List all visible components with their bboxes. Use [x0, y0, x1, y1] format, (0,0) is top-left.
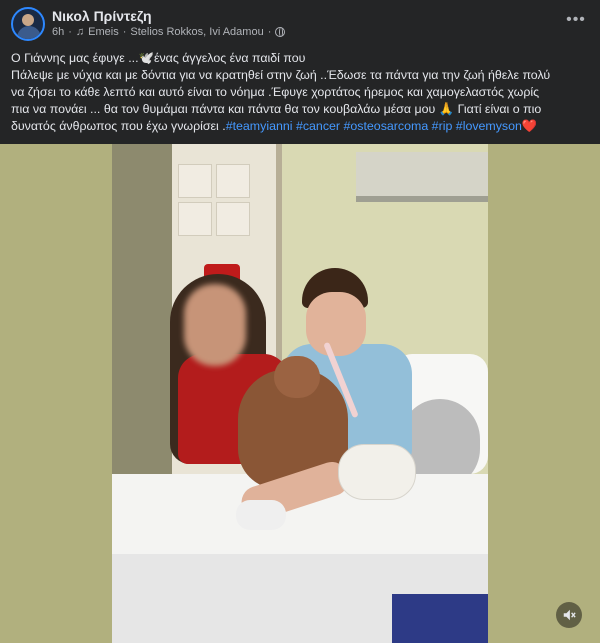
wall-shelf	[356, 152, 488, 202]
music-note-icon: ♫	[75, 26, 85, 38]
post-text-line: Πάλεψε με νύχια και με δόντια για να κρα…	[11, 68, 551, 82]
post-text-line: πια να πονάει ... θα τον θυμάμαι πάντα κ…	[11, 102, 542, 116]
hashtag-link[interactable]: #teamyianni	[226, 119, 293, 133]
tagged-artists[interactable]: Stelios Rokkos, Ivi Adamou	[130, 26, 263, 38]
audio-title[interactable]: Emeis	[88, 26, 119, 38]
author-avatar[interactable]	[11, 7, 45, 41]
post-text-line: Ο Γιάννης μας έφυγε ...🕊️ένας άγγελος έν…	[11, 51, 306, 65]
more-options-icon[interactable]: •••	[564, 10, 588, 30]
hashtag-link[interactable]: #lovemyson	[456, 119, 522, 133]
author-name[interactable]: Νικολ Πρίντεζη	[52, 8, 152, 24]
post-header: Νικολ Πρίντεζη 6h · ♫ Emeis · Stelios Ro…	[0, 0, 600, 46]
heart-emoji: ❤️	[521, 119, 538, 133]
post-text: Ο Γιάννης μας έφυγε ...🕊️ένας άγγελος έν…	[11, 50, 591, 135]
globe-icon	[275, 27, 286, 37]
post-meta: 6h · ♫ Emeis · Stelios Rokkos, Ivi Adamo…	[52, 26, 286, 38]
post-text-line: να ζήσει το κάθε λεπτό και αυτό είναι το…	[11, 85, 540, 99]
post-time[interactable]: 6h	[52, 26, 64, 38]
meta-separator: ·	[122, 26, 127, 38]
post-text-segment: δυνατός άνθρωπος που έχω γνωρίσει .	[11, 119, 226, 133]
post-media[interactable]	[0, 144, 600, 643]
volume-muted-icon[interactable]	[556, 602, 582, 628]
post-photo[interactable]	[112, 144, 488, 643]
leg-cast	[338, 444, 416, 500]
post-text-line: δυνατός άνθρωπος που έχω γνωρίσει .#team…	[11, 118, 591, 135]
blurred-face	[184, 284, 246, 366]
hashtag-link[interactable]: #osteosarcoma	[344, 119, 429, 133]
meta-separator: ·	[267, 26, 272, 38]
hashtag-link[interactable]: #cancer	[296, 119, 340, 133]
hashtag-link[interactable]: #rip	[432, 119, 453, 133]
meta-separator: ·	[68, 26, 72, 38]
